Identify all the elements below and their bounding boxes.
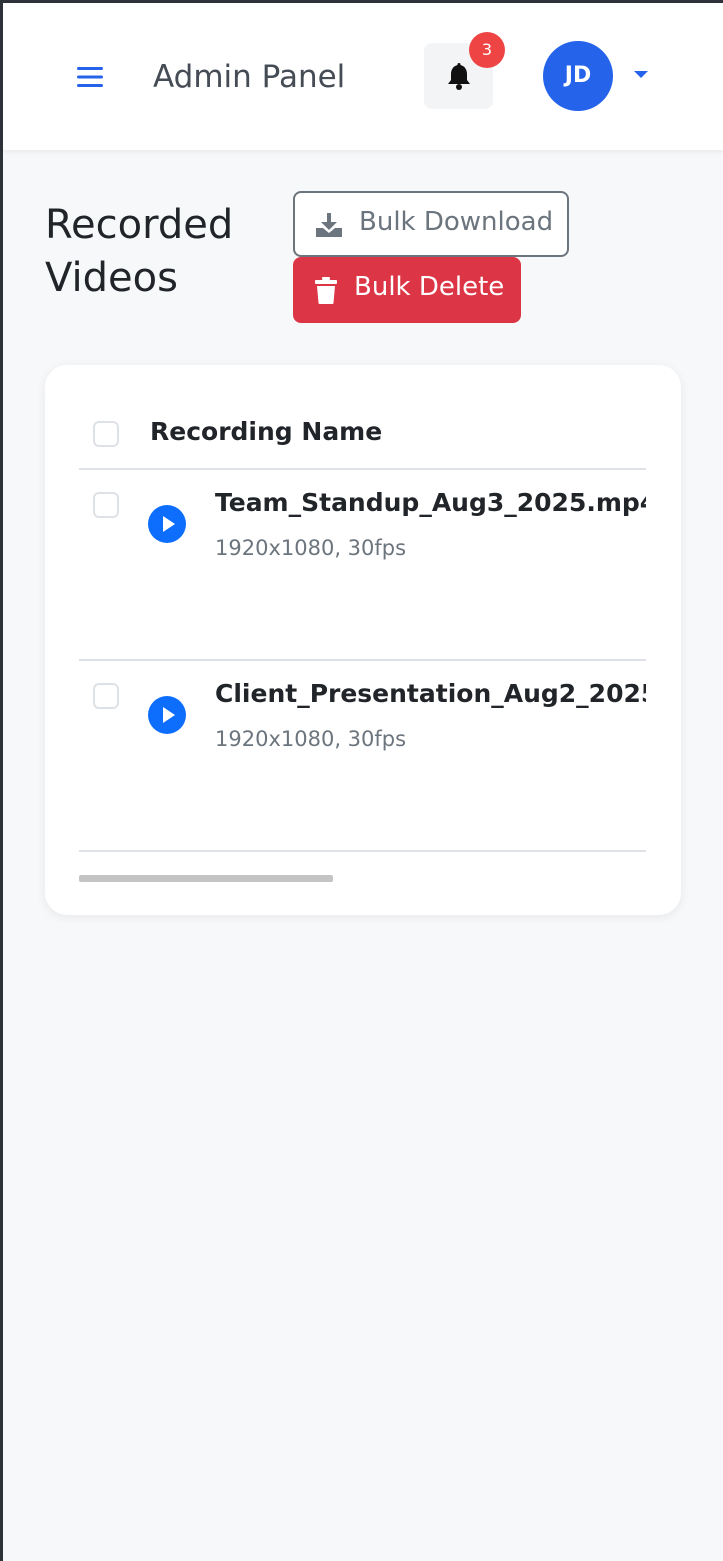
column-header-recording-name: Recording Name: [150, 417, 383, 446]
page-title: Recorded Videos: [45, 202, 234, 301]
select-all-checkbox[interactable]: [93, 421, 119, 447]
row-checkbox[interactable]: [93, 683, 119, 709]
recording-meta: 1920x1080, 30fps: [215, 536, 407, 560]
recordings-card: Recording Name Team_Standup_Aug3_2025.mp…: [45, 365, 681, 915]
recordings-table: Recording Name Team_Standup_Aug3_2025.mp…: [79, 365, 646, 865]
recording-meta: 1920x1080, 30fps: [215, 727, 407, 751]
row-divider: [79, 850, 646, 852]
bulk-download-button[interactable]: Bulk Download: [293, 191, 569, 257]
horizontal-scrollbar[interactable]: [79, 875, 333, 882]
bulk-delete-label: Bulk Delete: [354, 272, 505, 302]
notification-count-badge: 3: [469, 32, 505, 68]
trash-icon: [315, 277, 337, 304]
row-divider: [79, 659, 646, 661]
bell-icon: [448, 63, 470, 90]
caret-down-icon[interactable]: [634, 71, 648, 78]
menu-icon[interactable]: [77, 65, 103, 89]
brand-title: Admin Panel: [153, 59, 346, 95]
play-icon[interactable]: [148, 696, 186, 734]
bulk-delete-button[interactable]: Bulk Delete: [293, 257, 521, 323]
header-divider: [79, 468, 646, 470]
recording-name[interactable]: Client_Presentation_Aug2_2025.mp4: [215, 679, 646, 708]
bulk-download-label: Bulk Download: [359, 207, 554, 237]
play-icon[interactable]: [148, 505, 186, 543]
user-avatar[interactable]: JD: [543, 41, 613, 111]
top-navbar: Admin Panel 3 JD: [3, 3, 723, 150]
download-icon: [316, 213, 342, 237]
row-checkbox[interactable]: [93, 492, 119, 518]
recording-name[interactable]: Team_Standup_Aug3_2025.mp4: [215, 488, 646, 517]
